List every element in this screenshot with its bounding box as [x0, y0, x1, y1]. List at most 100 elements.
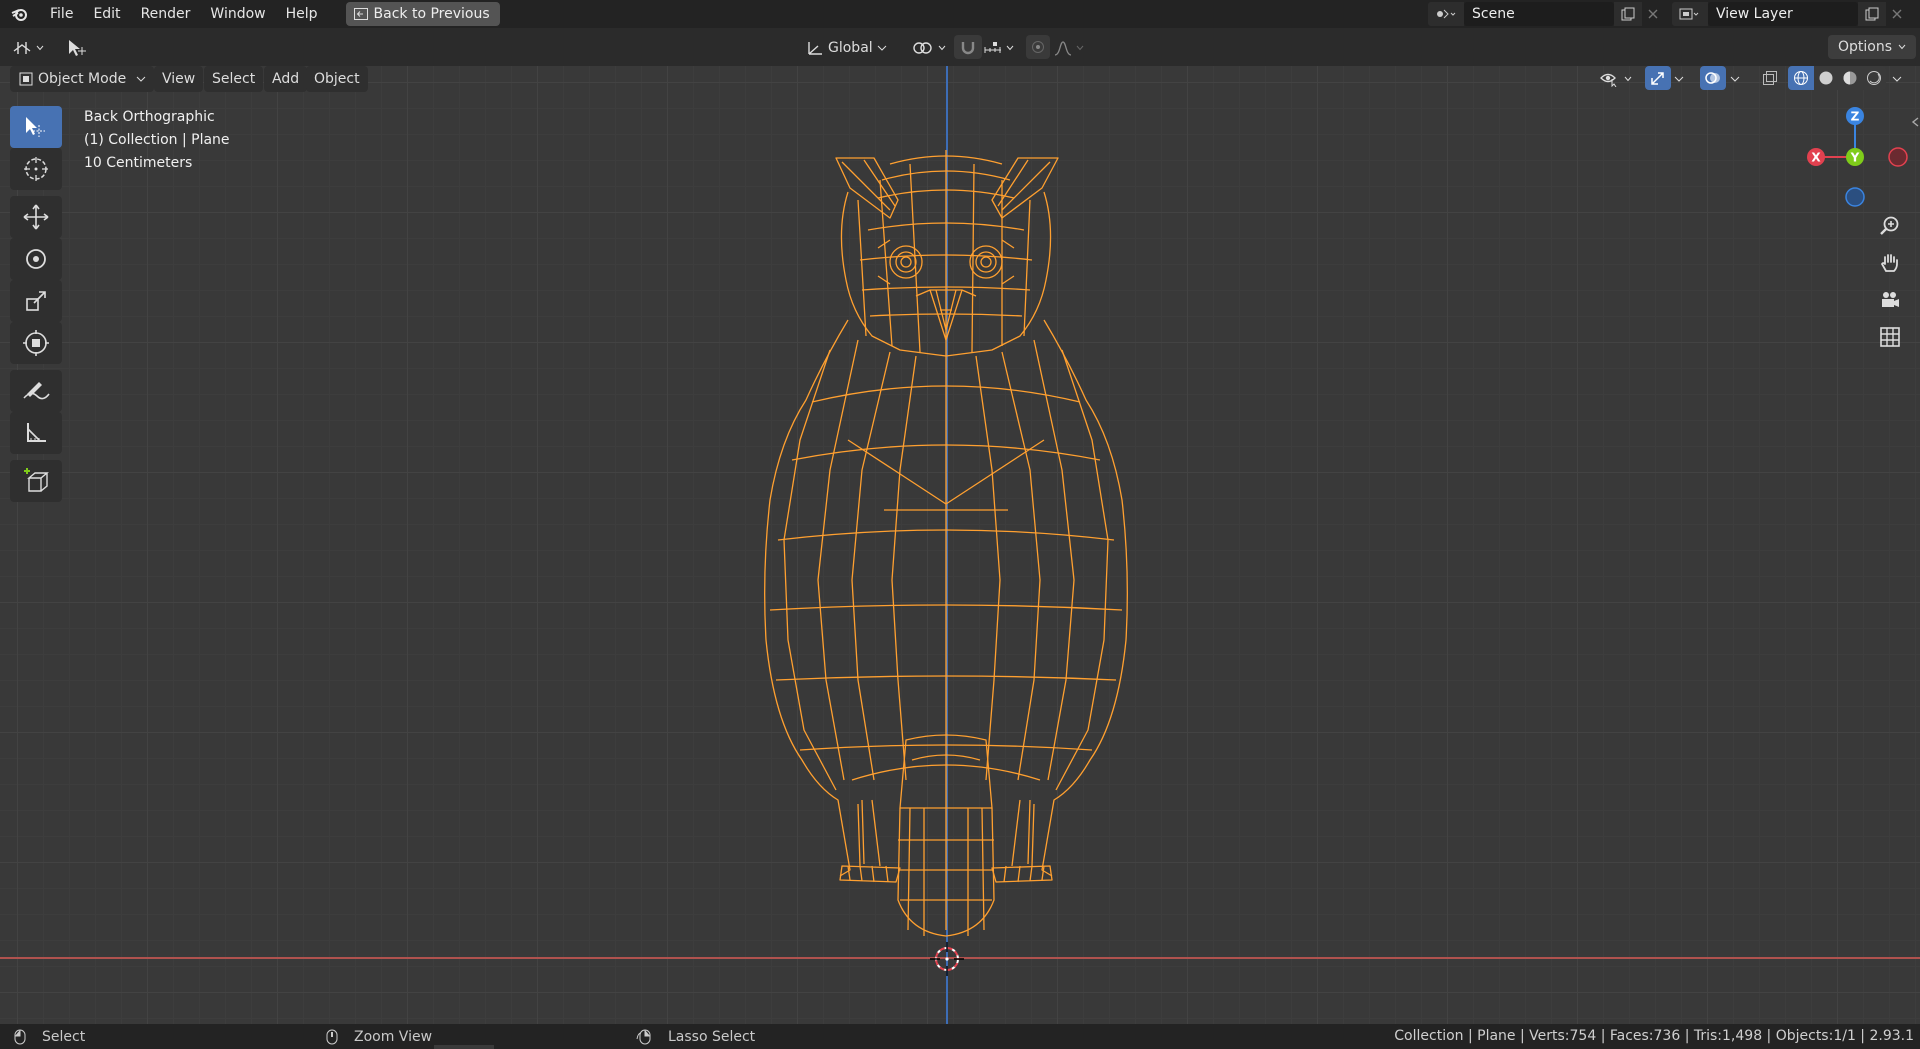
pivot-point-dropdown[interactable] [912, 36, 946, 60]
toolshelf [10, 106, 62, 502]
object-mode-dropdown[interactable]: Object Mode [10, 66, 155, 92]
menu-edit[interactable]: Edit [83, 0, 130, 28]
snap-toggle[interactable] [954, 35, 982, 59]
ruler-icon [27, 423, 46, 442]
camera-icon [1882, 292, 1899, 307]
overlays-toggle[interactable] [1700, 66, 1726, 90]
menu-file[interactable]: File [40, 0, 83, 28]
object-mode-icon [19, 72, 33, 86]
gizmo-toggle[interactable] [1645, 66, 1671, 90]
overlays-dropdown[interactable] [1730, 67, 1740, 91]
status-select-hint: Select [14, 1029, 85, 1045]
new-view-layer-icon[interactable] [1858, 2, 1886, 26]
snap-target-dropdown[interactable] [984, 36, 1014, 60]
view-name-text: Back Orthographic [84, 109, 215, 125]
camera-view-button[interactable] [1874, 284, 1906, 316]
rendered-sphere-icon [1867, 71, 1881, 85]
pan-view-button[interactable] [1874, 247, 1906, 279]
transform-orientation-dropdown[interactable]: Global [806, 36, 887, 60]
menu-window[interactable]: Window [200, 0, 275, 28]
scale-tool[interactable] [10, 280, 62, 322]
neg-x-axis-handle[interactable] [1888, 147, 1908, 167]
view-layer-name-field[interactable]: View Layer [1708, 2, 1858, 26]
magnifier-plus-icon [1880, 216, 1899, 235]
menu-render[interactable]: Render [131, 0, 201, 28]
pivot-icon [913, 42, 932, 54]
delete-view-layer-icon[interactable] [1886, 2, 1908, 26]
status-select-label: Select [42, 1028, 86, 1045]
shading-rendered-button[interactable] [1862, 66, 1886, 90]
annotate-tool[interactable] [10, 370, 62, 412]
viewport-menu-select[interactable]: Select [204, 66, 264, 92]
blender-logo-icon[interactable] [0, 0, 40, 28]
orientation-icon [808, 42, 822, 55]
navigation-gizmo[interactable]: Z X Y [1800, 104, 1910, 210]
selectability-visibility-dropdown[interactable] [1600, 67, 1632, 91]
view-layer-selector[interactable]: View Layer [1672, 2, 1908, 26]
3d-cursor-marker [930, 942, 964, 976]
chevron-down-icon [136, 76, 146, 82]
measure-tool[interactable] [10, 412, 62, 454]
chevron-down-icon [938, 45, 946, 51]
chevron-down-icon [1076, 45, 1084, 51]
move-arrows-icon [23, 204, 49, 230]
neg-z-axis-handle[interactable] [1845, 187, 1865, 207]
gizmo-dropdown[interactable] [1674, 67, 1684, 91]
gizmo-arrow-icon [1651, 72, 1664, 85]
pencil-icon [23, 382, 50, 400]
status-lasso-label: Lasso Select [668, 1028, 756, 1045]
select-box-tool-setting[interactable] [66, 36, 90, 60]
shading-material-button[interactable] [1838, 66, 1862, 90]
back-to-previous-label: Back to Previous [373, 6, 490, 22]
rotate-tool[interactable] [10, 238, 62, 280]
mouse-left-icon [14, 1029, 26, 1044]
gizmo-z-label: Z [1851, 110, 1860, 124]
chevron-down-icon [1006, 45, 1014, 51]
back-icon [353, 8, 368, 20]
view-layer-icon[interactable] [1672, 2, 1708, 26]
xray-icon [1763, 71, 1777, 85]
scene-selector[interactable]: Scene [1428, 2, 1664, 26]
hand-icon [1880, 254, 1898, 272]
viewport-menu-object[interactable]: Object [306, 66, 368, 92]
viewport-menu-add[interactable]: Add [264, 66, 308, 92]
overlay-circles-icon [1705, 72, 1720, 84]
add-cube-tool[interactable] [10, 460, 62, 502]
delete-scene-icon[interactable] [1642, 2, 1664, 26]
chevron-down-icon [1674, 76, 1684, 82]
menu-help[interactable]: Help [276, 0, 328, 28]
chevron-left-icon [1911, 117, 1919, 127]
shading-solid-button[interactable] [1814, 66, 1838, 90]
sidebar-toggle-arrow[interactable] [1910, 112, 1920, 132]
scene-statistics: Collection | Plane | Verts:754 | Faces:7… [1394, 1028, 1914, 1044]
status-bar: Select Zoom View Lasso Select Collection… [0, 1024, 1920, 1049]
transform-tool[interactable] [10, 322, 62, 364]
move-tool[interactable] [10, 196, 62, 238]
scale-icon [26, 291, 46, 311]
cursor-tool[interactable] [10, 148, 62, 190]
transform-icon [23, 330, 49, 356]
shading-wireframe-button[interactable] [1788, 66, 1814, 90]
toggle-perspective-button[interactable] [1874, 321, 1906, 353]
new-scene-icon[interactable] [1614, 2, 1642, 26]
chevron-down-icon [1898, 44, 1906, 50]
back-to-previous-button[interactable]: Back to Previous [345, 2, 500, 26]
viewport-menu-view[interactable]: View [154, 66, 204, 92]
scene-icon[interactable] [1428, 2, 1464, 26]
zoom-view-button[interactable] [1874, 210, 1906, 242]
scene-name-field[interactable]: Scene [1464, 2, 1614, 26]
options-dropdown[interactable]: Options [1827, 35, 1916, 59]
eye-cursor-icon [1600, 73, 1617, 87]
shading-dropdown[interactable] [1892, 67, 1902, 91]
chevron-down-icon [1624, 76, 1632, 82]
add-cube-icon [24, 468, 49, 492]
chevron-down-icon [877, 45, 887, 51]
cursor-select-icon [69, 40, 86, 56]
editor-type-dropdown[interactable] [12, 36, 44, 60]
snap-increment-icon [984, 42, 1001, 53]
xray-toggle[interactable] [1757, 66, 1783, 90]
proportional-editing-toggle[interactable] [1026, 35, 1050, 59]
select-box-tool[interactable] [10, 106, 62, 148]
proportional-falloff-dropdown[interactable] [1054, 36, 1084, 60]
owl-wireframe-mesh[interactable] [740, 140, 1160, 960]
